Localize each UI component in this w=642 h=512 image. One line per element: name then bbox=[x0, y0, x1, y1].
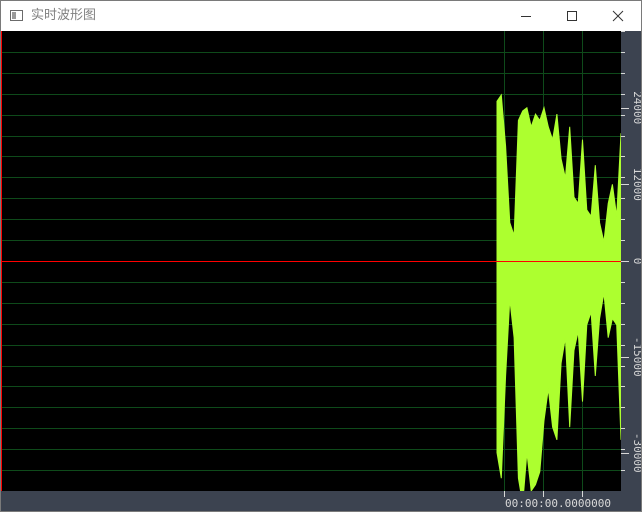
title-bar[interactable]: 实时波形图 bbox=[1, 1, 641, 31]
waveform-plot[interactable]: 24000 12000 0 -15000 -30000 00:00:00.0000000 bbox=[1, 31, 641, 511]
waveform-chart[interactable]: 24000 12000 0 -15000 -30000 00:00:00.0000000 bbox=[1, 31, 641, 511]
x-axis-label: 00:00:00.0000000 bbox=[505, 497, 611, 510]
y-axis-tick-label: -30000 bbox=[631, 433, 641, 473]
y-axis-tick-label: 24000 bbox=[631, 91, 641, 124]
y-axis-tick-label: 0 bbox=[631, 258, 641, 265]
minimize-button[interactable] bbox=[503, 1, 549, 31]
y-axis-tick-label: -15000 bbox=[631, 337, 641, 377]
close-button[interactable] bbox=[595, 1, 641, 31]
app-window-icon bbox=[10, 10, 23, 21]
minimize-icon bbox=[521, 16, 531, 17]
window-title: 实时波形图 bbox=[31, 8, 97, 23]
y-axis-tick-label: 12000 bbox=[631, 168, 641, 201]
close-icon bbox=[612, 10, 624, 22]
maximize-button[interactable] bbox=[549, 1, 595, 31]
waveform-window: 实时波形图 24000 12000 0 -15000 -30000 00:00:00.00… bbox=[0, 0, 642, 512]
maximize-icon bbox=[567, 11, 577, 21]
